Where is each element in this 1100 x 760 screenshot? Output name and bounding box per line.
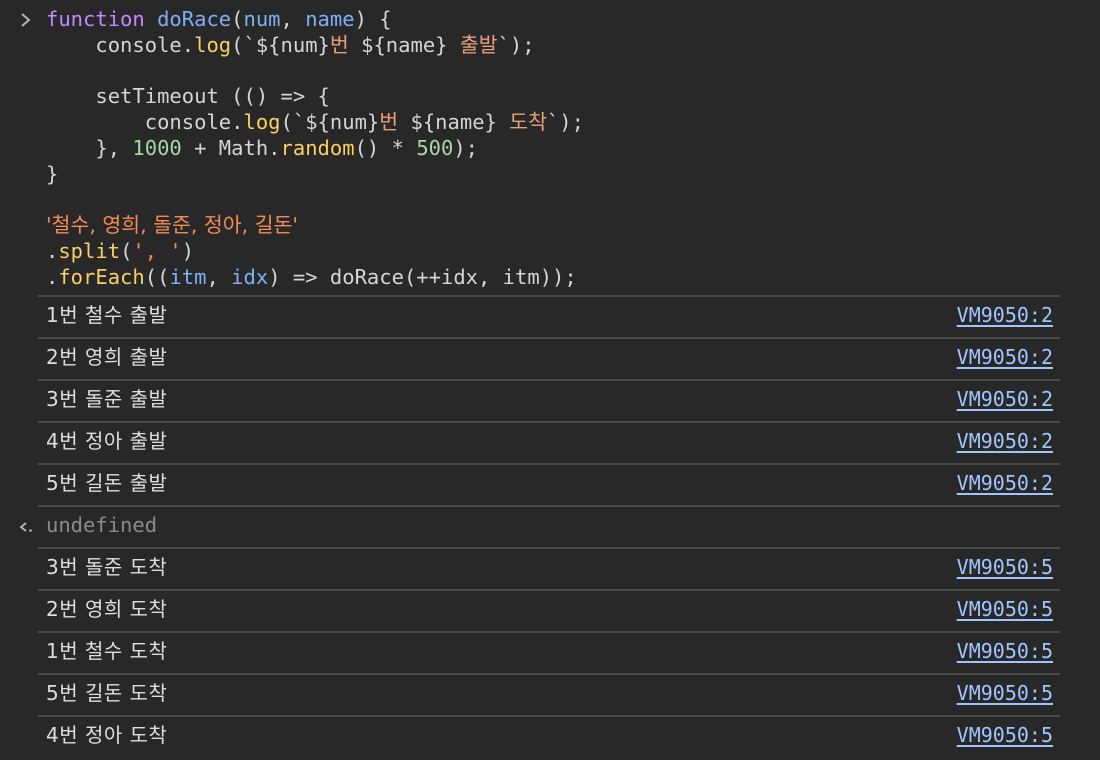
console-input-entry: function doRace(num, name) { console.log…: [0, 0, 1100, 290]
code-line-4: setTimeout (() => {: [46, 84, 330, 109]
log-message: 1번 철수 도착: [46, 639, 168, 664]
log-source-link[interactable]: VM9050:2: [957, 471, 1053, 497]
log-row: 4번 정아 도착 VM9050:5: [46, 716, 1053, 756]
log-source-link[interactable]: VM9050:2: [957, 387, 1053, 413]
code-line-9: '철수, 영희, 돌준, 정아, 길돈': [46, 213, 299, 238]
console-result-entry: undefined: [0, 506, 1053, 546]
log-source-link[interactable]: VM9050:2: [957, 303, 1053, 329]
log-source-link[interactable]: VM9050:5: [957, 555, 1053, 581]
log-message: 5번 길돈 출발: [46, 471, 168, 496]
log-message: 4번 정아 도착: [46, 723, 168, 748]
devtools-console: function doRace(num, name) { console.log…: [0, 0, 1100, 760]
log-row: 1번 철수 출발 VM9050:2: [46, 296, 1053, 336]
code-line-5: console.log(`${num}번 ${name} 도착`);: [46, 110, 584, 135]
code-line-7: }: [46, 161, 59, 186]
log-source-link[interactable]: VM9050:5: [957, 723, 1053, 749]
code-line-10: .split(', '): [46, 239, 195, 264]
log-message: 2번 영희 도착: [46, 597, 168, 622]
code-line-11: .forEach((itm, idx) => doRace(++idx, itm…: [46, 264, 577, 289]
log-row: 3번 돌준 도착 VM9050:5: [46, 548, 1053, 588]
log-source-link[interactable]: VM9050:2: [957, 345, 1053, 371]
log-source-link[interactable]: VM9050:5: [957, 597, 1053, 623]
log-source-link[interactable]: VM9050:5: [957, 639, 1053, 665]
log-row: 4번 정아 출발 VM9050:2: [46, 422, 1053, 462]
log-source-link[interactable]: VM9050:2: [957, 429, 1053, 455]
log-row: 2번 영희 도착 VM9050:5: [46, 590, 1053, 630]
log-message: 5번 길돈 도착: [46, 681, 168, 706]
code-line-6: }, 1000 + Math.random() * 500);: [46, 135, 479, 160]
chevron-right-icon: [21, 13, 31, 27]
log-row: 5번 길돈 도착 VM9050:5: [46, 674, 1053, 714]
log-message: 3번 돌준 도착: [46, 555, 168, 580]
log-row: 2번 영희 출발 VM9050:2: [46, 338, 1053, 378]
log-message: 2번 영희 출발: [46, 345, 168, 370]
log-row: 1번 철수 도착 VM9050:5: [46, 632, 1053, 672]
return-arrow-icon: [19, 522, 32, 532]
result-value: undefined: [46, 513, 158, 538]
log-message: 4번 정아 출발: [46, 429, 168, 454]
log-message: 1번 철수 출발: [46, 303, 168, 328]
code-line-1: function doRace(num, name) {: [46, 7, 392, 31]
log-row: 5번 길돈 출발 VM9050:2: [46, 464, 1053, 504]
code-line-2: console.log(`${num}번 ${name} 출발`);: [46, 32, 535, 57]
log-row: 3번 돌준 출발 VM9050:2: [46, 380, 1053, 420]
log-message: 3번 돌준 출발: [46, 387, 168, 412]
log-source-link[interactable]: VM9050:5: [957, 681, 1053, 707]
code-block: function doRace(num, name) { console.log…: [46, 7, 584, 291]
